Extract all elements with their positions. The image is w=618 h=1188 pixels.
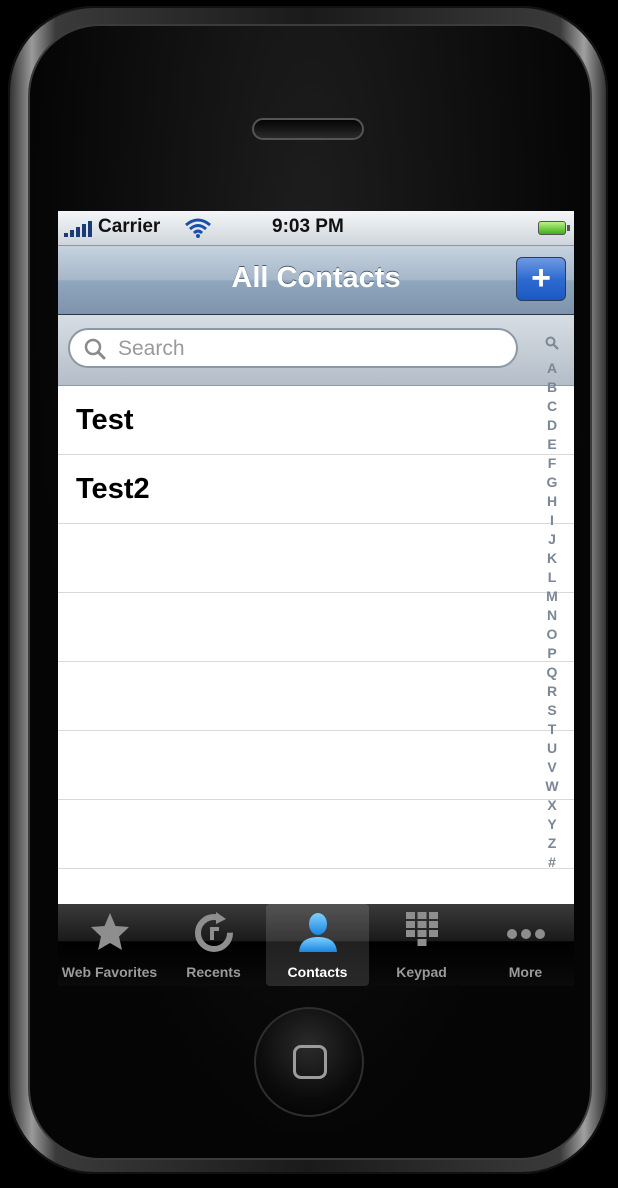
tab-label: Web Favorites xyxy=(61,964,158,980)
contact-row[interactable]: Test2 xyxy=(58,455,574,524)
index-letter[interactable]: I xyxy=(540,511,564,530)
index-letter[interactable]: N xyxy=(540,606,564,625)
home-square-icon xyxy=(293,1045,327,1079)
phone-screen: Carrier 9:03 PM All Contacts + Search Te… xyxy=(58,211,574,986)
index-letter[interactable]: D xyxy=(540,416,564,435)
index-letter[interactable]: P xyxy=(540,644,564,663)
contacts-list: Test Test2 xyxy=(58,386,574,869)
index-letter[interactable]: A xyxy=(540,359,564,378)
index-search-icon[interactable] xyxy=(545,336,559,350)
status-bar: Carrier 9:03 PM xyxy=(58,211,574,246)
tab-bar: Web Favorites Recents Contacts Keypad Mo… xyxy=(58,904,574,986)
home-button[interactable] xyxy=(254,1007,364,1117)
tab-contacts[interactable]: Contacts xyxy=(266,904,369,986)
index-letter[interactable]: G xyxy=(540,473,564,492)
tab-label: Recents xyxy=(186,964,241,980)
recents-icon xyxy=(195,912,233,952)
index-letter[interactable]: C xyxy=(540,397,564,416)
clock-time: 9:03 PM xyxy=(272,216,344,237)
index-letter[interactable]: J xyxy=(540,530,564,549)
signal-strength-icon xyxy=(64,221,94,237)
carrier-name: Carrier xyxy=(98,216,161,237)
index-letter[interactable]: K xyxy=(540,549,564,568)
search-placeholder: Search xyxy=(118,337,185,360)
index-letter[interactable]: T xyxy=(540,720,564,739)
tab-label: Contacts xyxy=(287,964,348,980)
star-icon xyxy=(91,913,129,950)
index-letter[interactable]: W xyxy=(540,777,564,796)
search-bar: Search xyxy=(58,315,574,386)
earpiece xyxy=(252,118,364,140)
contact-row[interactable]: Test xyxy=(58,386,574,455)
index-letter[interactable]: Q xyxy=(540,663,564,682)
index-letter[interactable]: R xyxy=(540,682,564,701)
empty-row xyxy=(58,662,574,731)
wifi-icon xyxy=(185,218,211,238)
person-icon xyxy=(299,913,337,952)
search-icon xyxy=(84,338,106,360)
tab-more[interactable]: More xyxy=(474,904,574,986)
index-letter[interactable]: Z xyxy=(540,834,564,853)
empty-row xyxy=(58,593,574,662)
tab-label: More xyxy=(508,964,543,980)
index-letter[interactable]: M xyxy=(540,587,564,606)
index-letter[interactable]: V xyxy=(540,758,564,777)
index-letter[interactable]: X xyxy=(540,796,564,815)
empty-row xyxy=(58,731,574,800)
index-letters: A B C D E F G H I J K L M N O P Q R S T U V W X Y Z # xyxy=(540,359,564,872)
add-contact-button[interactable]: + xyxy=(516,257,566,301)
index-letter[interactable]: E xyxy=(540,435,564,454)
tab-keypad[interactable]: Keypad xyxy=(370,904,473,986)
keypad-icon xyxy=(406,912,438,946)
index-letter[interactable]: Y xyxy=(540,815,564,834)
index-letter[interactable]: S xyxy=(540,701,564,720)
index-letter[interactable]: F xyxy=(540,454,564,473)
ellipsis-icon xyxy=(507,929,545,939)
tab-web-favorites[interactable]: Web Favorites xyxy=(58,904,161,986)
index-letter[interactable]: O xyxy=(540,625,564,644)
tab-recents[interactable]: Recents xyxy=(162,904,265,986)
index-letter[interactable]: B xyxy=(540,378,564,397)
tab-label: Keypad xyxy=(396,964,447,980)
battery-icon xyxy=(538,221,570,235)
index-letter[interactable]: L xyxy=(540,568,564,587)
page-title: All Contacts xyxy=(231,262,401,294)
index-letter[interactable]: U xyxy=(540,739,564,758)
empty-row xyxy=(58,524,574,593)
empty-row xyxy=(58,800,574,869)
contact-name: Test xyxy=(76,404,134,436)
contact-name: Test2 xyxy=(76,473,150,505)
search-input[interactable]: Search xyxy=(68,328,518,368)
navigation-bar: All Contacts + xyxy=(58,246,574,315)
index-letter[interactable]: H xyxy=(540,492,564,511)
section-index[interactable]: A B C D E F G H I J K L M N O P Q R S T U V W X Y Z # xyxy=(540,336,564,872)
index-letter[interactable]: # xyxy=(540,853,564,872)
